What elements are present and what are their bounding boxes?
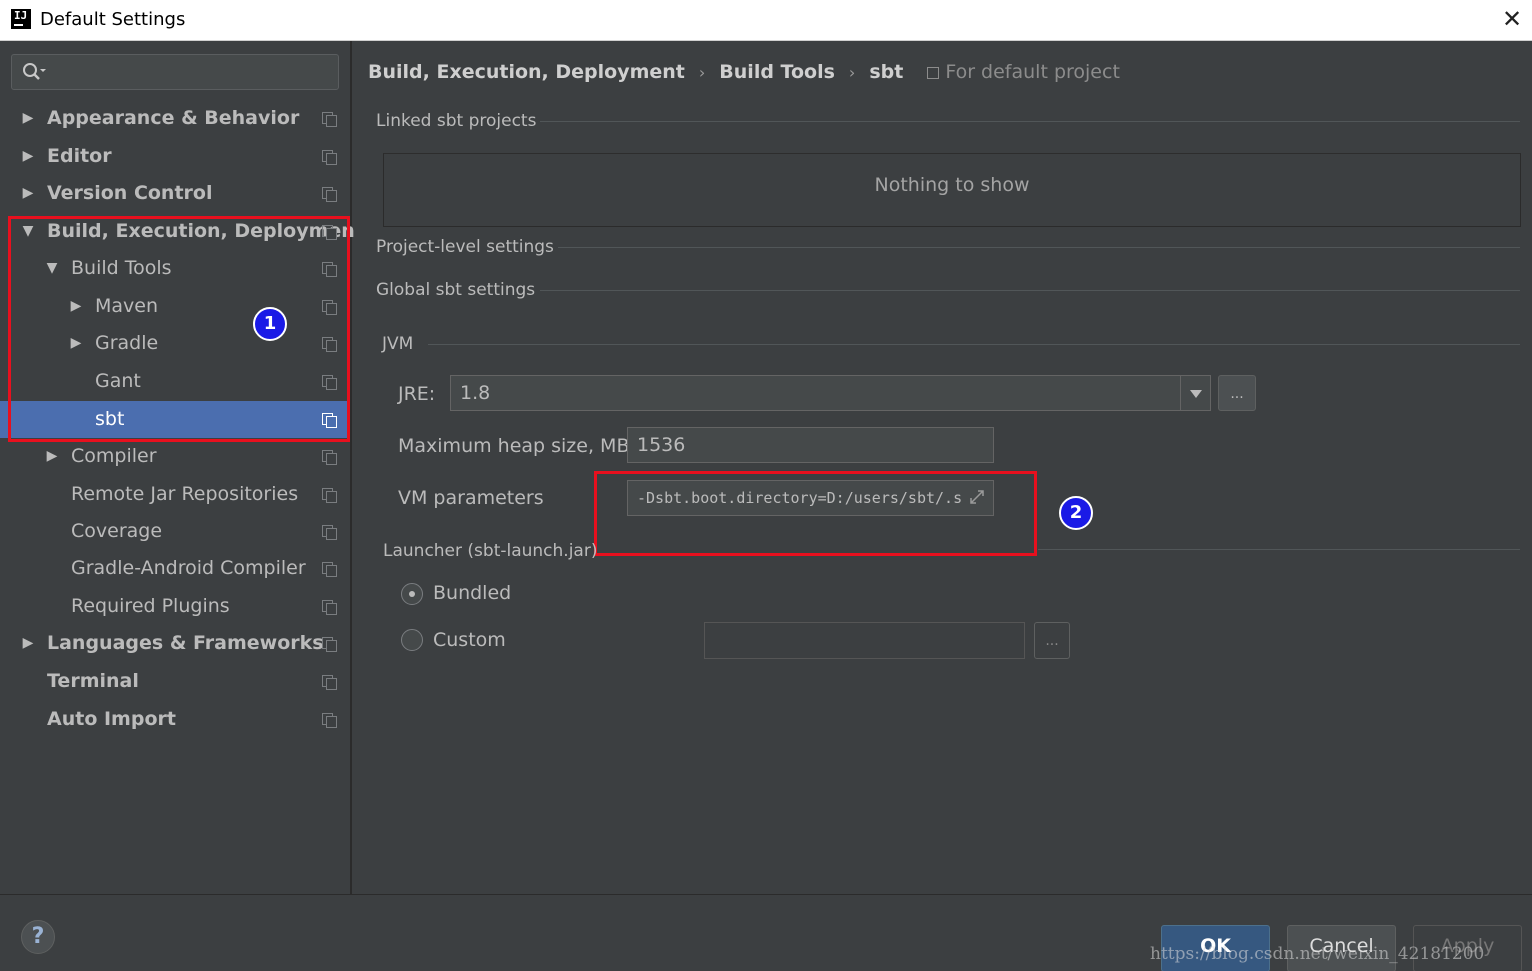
sidebar-item-terminal[interactable]: Terminal bbox=[0, 663, 350, 700]
sidebar-item-gradle-android-compiler[interactable]: Gradle-Android Compiler bbox=[0, 550, 350, 587]
heap-size-input[interactable]: 1536 bbox=[627, 427, 994, 463]
project-copy-icon bbox=[322, 600, 337, 615]
annotation-badge-2: 2 bbox=[1059, 496, 1093, 530]
sidebar-item-remote-jar-repositories[interactable]: Remote Jar Repositories bbox=[0, 476, 350, 513]
expand-arrow-icon[interactable]: ▶ bbox=[43, 438, 61, 475]
title-bar: IJ Default Settings ✕ bbox=[0, 0, 1532, 41]
breadcrumb-separator: › bbox=[698, 63, 706, 82]
jre-browse-button[interactable]: ... bbox=[1218, 375, 1256, 411]
intellij-app-icon: IJ bbox=[11, 9, 31, 29]
project-level-title: Project-level settings bbox=[376, 237, 554, 257]
annotation-box-2 bbox=[594, 471, 1037, 556]
window-title: Default Settings bbox=[40, 9, 186, 30]
sidebar-item-label: Appearance & Behavior bbox=[47, 107, 300, 129]
sidebar-item-label: Remote Jar Repositories bbox=[71, 483, 299, 505]
annotation-box-1 bbox=[8, 216, 350, 442]
custom-path-input[interactable] bbox=[704, 622, 1025, 659]
breadcrumb: Build, Execution, Deployment › Build Tools… bbox=[368, 61, 1120, 83]
sidebar-item-editor[interactable]: ▶ Editor bbox=[0, 138, 350, 175]
project-copy-icon bbox=[322, 713, 337, 728]
help-button[interactable]: ? bbox=[21, 920, 55, 954]
annotation-badge-1: 1 bbox=[253, 307, 287, 341]
project-copy-icon bbox=[927, 67, 940, 79]
linked-projects-title: Linked sbt projects bbox=[376, 111, 537, 131]
expand-arrow-icon[interactable]: ▶ bbox=[19, 100, 37, 137]
sidebar-item-label: Required Plugins bbox=[71, 595, 230, 617]
settings-content: Build, Execution, Deployment › Build Tools… bbox=[354, 41, 1532, 894]
sidebar-item-label: Auto Import bbox=[47, 708, 176, 730]
expand-arrow-icon[interactable]: ▶ bbox=[19, 625, 37, 662]
dialog-footer: ? OK Cancel Apply https://blog.csdn.net/… bbox=[0, 894, 1532, 971]
sidebar-item-compiler[interactable]: ▶ Compiler bbox=[0, 438, 350, 475]
sidebar-item-label: Editor bbox=[47, 145, 112, 167]
watermark-text: https://blog.csdn.net/weixin_42181200 bbox=[1150, 944, 1485, 964]
sidebar-item-label: Terminal bbox=[47, 670, 139, 692]
divider bbox=[540, 290, 1520, 291]
expand-arrow-icon[interactable]: ▶ bbox=[19, 175, 37, 212]
scope-label: For default project bbox=[927, 61, 1120, 83]
chevron-down-icon[interactable] bbox=[1180, 376, 1210, 410]
breadcrumb-item[interactable]: Build, Execution, Deployment bbox=[368, 61, 685, 83]
sidebar-item-label: Compiler bbox=[71, 445, 157, 467]
project-copy-icon bbox=[322, 112, 337, 127]
breadcrumb-item: sbt bbox=[869, 61, 904, 83]
sidebar-item-label: Coverage bbox=[71, 520, 163, 542]
search-icon[interactable] bbox=[21, 61, 47, 83]
heap-size-label: Maximum heap size, MB bbox=[398, 435, 630, 457]
jvm-title: JVM bbox=[382, 334, 414, 354]
sidebar-item-auto-import[interactable]: Auto Import bbox=[0, 701, 350, 738]
sidebar-item-required-plugins[interactable]: Required Plugins bbox=[0, 588, 350, 625]
sidebar-item-version-control[interactable]: ▶ Version Control bbox=[0, 175, 350, 212]
project-copy-icon bbox=[322, 450, 337, 465]
divider bbox=[558, 247, 1520, 248]
project-copy-icon bbox=[322, 562, 337, 577]
project-copy-icon bbox=[322, 488, 337, 503]
sidebar-item-label: Languages & Frameworks bbox=[47, 632, 324, 654]
settings-sidebar: ▶ Appearance & Behavior ▶ Editor ▶ Versi… bbox=[0, 41, 364, 894]
project-copy-icon bbox=[322, 150, 337, 165]
search-input[interactable] bbox=[11, 54, 339, 90]
jre-value: 1.8 bbox=[460, 382, 491, 404]
project-copy-icon bbox=[322, 675, 337, 690]
scope-text: For default project bbox=[945, 61, 1120, 83]
expand-arrow-icon[interactable]: ▶ bbox=[19, 138, 37, 175]
launcher-title: Launcher (sbt-launch.jar) bbox=[383, 541, 598, 561]
jre-select[interactable]: 1.8 bbox=[450, 375, 1211, 411]
custom-label[interactable]: Custom bbox=[433, 629, 506, 651]
sidebar-item-appearance-behavior[interactable]: ▶ Appearance & Behavior bbox=[0, 100, 350, 137]
global-settings-title: Global sbt settings bbox=[376, 280, 536, 300]
sidebar-item-label: Gradle-Android Compiler bbox=[71, 557, 306, 579]
project-copy-icon bbox=[322, 187, 337, 202]
sidebar-item-label: Version Control bbox=[47, 182, 213, 204]
vm-parameters-label: VM parameters bbox=[398, 487, 544, 509]
close-icon[interactable]: ✕ bbox=[1498, 5, 1526, 33]
custom-radio[interactable] bbox=[401, 629, 423, 651]
divider bbox=[540, 121, 1520, 122]
linked-projects-list[interactable]: Nothing to show bbox=[383, 153, 1521, 227]
breadcrumb-item[interactable]: Build Tools bbox=[719, 61, 835, 83]
empty-list-text: Nothing to show bbox=[874, 174, 1030, 196]
jre-label: JRE: bbox=[398, 383, 436, 405]
sidebar-item-languages-frameworks[interactable]: ▶ Languages & Frameworks bbox=[0, 625, 350, 662]
breadcrumb-separator: › bbox=[848, 63, 856, 82]
bundled-label[interactable]: Bundled bbox=[433, 582, 511, 604]
project-copy-icon bbox=[322, 525, 337, 540]
bundled-radio[interactable] bbox=[401, 583, 423, 605]
sidebar-item-coverage[interactable]: Coverage bbox=[0, 513, 350, 550]
divider bbox=[428, 344, 1520, 345]
project-copy-icon bbox=[322, 637, 337, 652]
divider bbox=[1038, 549, 1520, 550]
custom-browse-button[interactable]: ... bbox=[1034, 622, 1070, 659]
